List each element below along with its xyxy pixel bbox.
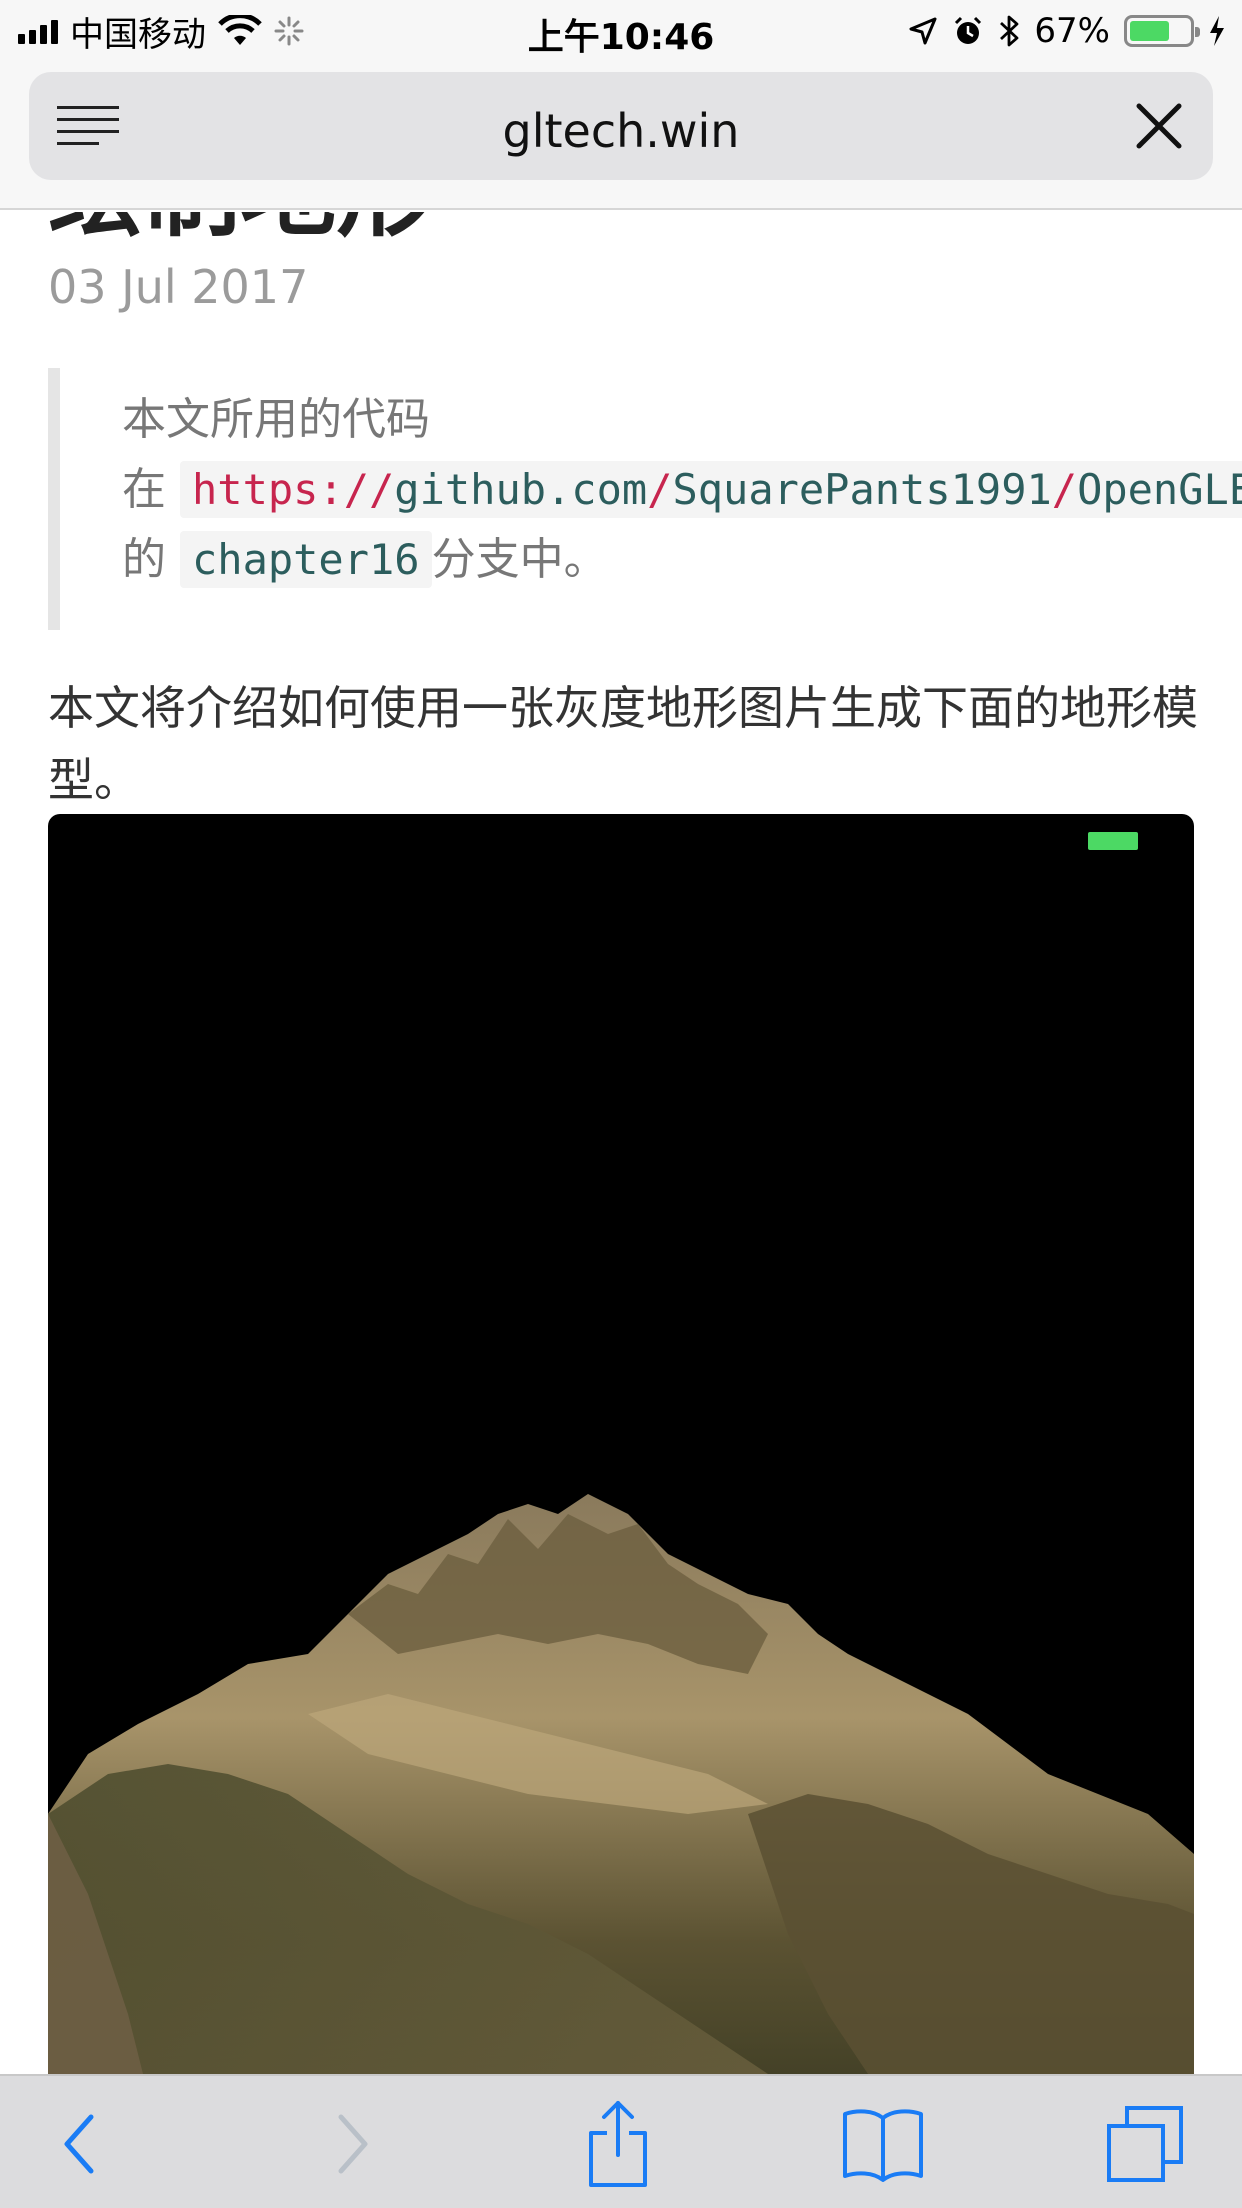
browser-nav-area: gltech.win bbox=[0, 62, 1242, 210]
back-button[interactable] bbox=[34, 2104, 124, 2184]
quote-line-1: 本文所用的代码 bbox=[122, 394, 430, 445]
code-location-quote: 本文所用的代码 在 https://github.com/SquarePants… bbox=[48, 368, 1242, 630]
share-button[interactable] bbox=[573, 2101, 663, 2187]
quote-line-3: 的 chapter16 分支中。 bbox=[122, 524, 608, 596]
terrain-screenshot bbox=[48, 814, 1194, 2074]
quote-prefix: 在 bbox=[122, 464, 166, 515]
repo-link[interactable]: https://github.com/SquarePants1991/OpenG… bbox=[180, 461, 1242, 518]
quote-suffix: 分支中。 bbox=[431, 534, 608, 585]
battery-percent: 67% bbox=[1034, 11, 1110, 51]
article-date: 03 Jul 2017 bbox=[48, 260, 309, 314]
article-paragraph: 本文将介绍如何使用一张灰度地形图片生成下面的地形模型。 bbox=[48, 681, 1198, 807]
article-title: 绘制地形 bbox=[48, 212, 432, 254]
close-icon[interactable] bbox=[1133, 100, 1185, 152]
quote-line-2: 在 https://github.com/SquarePants1991/Ope… bbox=[122, 454, 1242, 526]
page-content: 绘制地形 03 Jul 2017 本文所用的代码 在 https://githu… bbox=[0, 212, 1242, 2074]
tabs-button[interactable] bbox=[1100, 2104, 1190, 2184]
share-icon bbox=[589, 2101, 647, 2187]
book-icon bbox=[843, 2109, 923, 2182]
charging-bolt-icon bbox=[1210, 16, 1224, 46]
battery-icon bbox=[1124, 15, 1200, 47]
forward-button[interactable] bbox=[308, 2104, 398, 2184]
bottom-toolbar bbox=[0, 2074, 1242, 2208]
status-bar: 中国移动 上午10:46 67% bbox=[0, 0, 1242, 62]
terrain-model-image bbox=[48, 1494, 1194, 2074]
bluetooth-icon bbox=[1000, 15, 1019, 47]
chevron-left-icon bbox=[64, 2114, 94, 2174]
bookmarks-button[interactable] bbox=[838, 2104, 928, 2184]
alarm-clock-icon bbox=[955, 16, 982, 44]
address-bar[interactable]: gltech.win bbox=[29, 72, 1213, 180]
branch-name: chapter16 bbox=[180, 531, 432, 588]
url-text[interactable]: gltech.win bbox=[29, 104, 1213, 158]
tabs-icon bbox=[1107, 2106, 1183, 2182]
quote-prefix-2: 的 bbox=[122, 534, 166, 585]
chevron-right-icon bbox=[338, 2114, 368, 2174]
location-arrow-icon bbox=[909, 17, 937, 45]
